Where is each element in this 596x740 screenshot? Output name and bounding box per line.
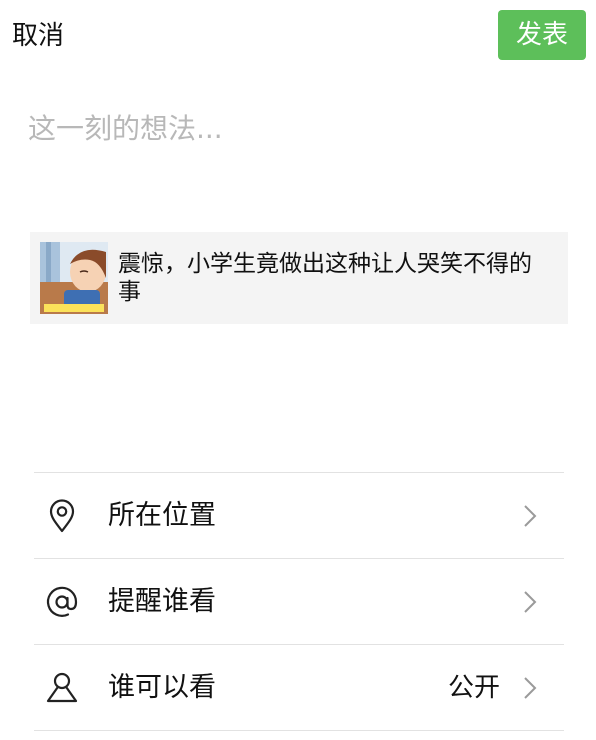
post-text-input[interactable] — [28, 105, 568, 165]
options-list: 所在位置 提醒谁看 谁可以看 公开 — [34, 472, 564, 731]
cancel-button[interactable]: 取消 — [12, 20, 64, 52]
location-row[interactable]: 所在位置 — [34, 473, 564, 558]
remind-row[interactable]: 提醒谁看 — [34, 559, 564, 644]
person-icon — [46, 672, 78, 703]
chevron-right-icon — [524, 677, 537, 699]
visibility-row[interactable]: 谁可以看 公开 — [34, 645, 564, 730]
chevron-right-icon — [524, 505, 537, 527]
publish-button[interactable]: 发表 — [498, 10, 586, 60]
top-bar: 取消 发表 — [0, 0, 596, 70]
location-label: 所在位置 — [108, 500, 216, 531]
visibility-value: 公开 — [447, 673, 500, 703]
shared-article-card[interactable]: 震惊，小学生竟做出这种让人哭笑不得的事 — [30, 232, 568, 324]
article-title: 震惊，小学生竟做出这种让人哭笑不得的事 — [118, 251, 532, 305]
visibility-label: 谁可以看 — [108, 672, 216, 703]
location-pin-icon — [49, 499, 75, 533]
divider — [34, 730, 564, 731]
article-thumbnail — [40, 242, 108, 314]
chevron-right-icon — [524, 591, 537, 613]
at-sign-icon — [46, 586, 78, 617]
remind-label: 提醒谁看 — [108, 586, 216, 617]
moments-compose-screen: 取消 发表 震惊，小学生竟做出这种让人哭笑不得的事 — [0, 0, 596, 740]
